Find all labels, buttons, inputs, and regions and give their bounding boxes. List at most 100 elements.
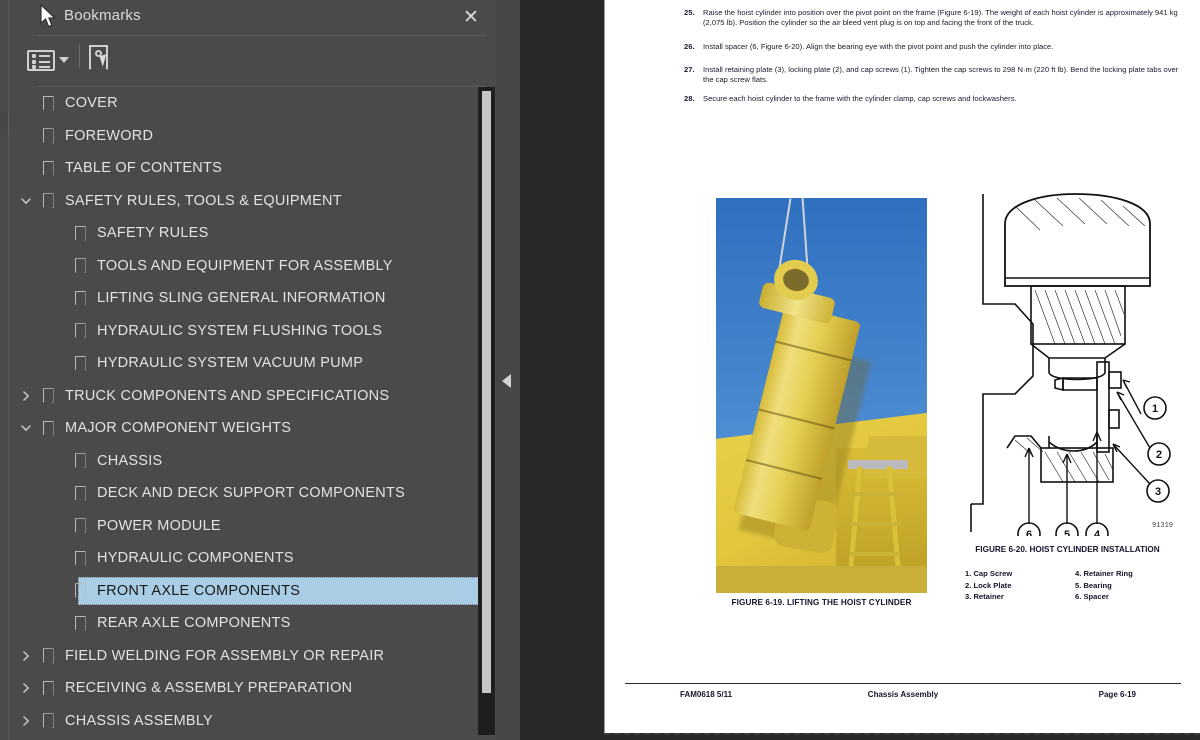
chevron-down-icon[interactable]: [15, 412, 37, 444]
bookmark-label: SAFETY RULES, TOOLS & EQUIPMENT: [65, 192, 342, 209]
photo-ground: [716, 566, 927, 593]
bookmark-label: DECK AND DECK SUPPORT COMPONENTS: [97, 485, 405, 502]
bookmarks-panel-header: Bookmarks ✕: [9, 0, 496, 36]
toolbar-divider: [79, 44, 80, 68]
bookmark-item-chassis[interactable]: CHASSIS: [9, 445, 479, 478]
chevron-down-icon[interactable]: [59, 57, 69, 63]
instruction-step: 26. Install spacer (6, Figure 6-20). Ali…: [684, 42, 1184, 52]
legend-item: 1. Cap Screw: [965, 569, 1013, 578]
footer-page-number: Page 6-19: [1098, 690, 1136, 699]
svg-text:5: 5: [1064, 529, 1070, 536]
bookmark-icon: [69, 347, 91, 379]
bookmark-item-deck-and-deck-support-components[interactable]: DECK AND DECK SUPPORT COMPONENTS: [9, 477, 479, 510]
figure-6-20-legend: 1. Cap Screw 2. Lock Plate 3. Retainer 4…: [965, 568, 1185, 603]
bookmark-icon: [69, 575, 91, 607]
chevron-right-icon[interactable]: [15, 705, 37, 737]
bookmark-item-front-axle-components[interactable]: FRONT AXLE COMPONENTS: [9, 575, 479, 608]
bookmark-icon: [37, 705, 59, 737]
bookmark-item-foreword[interactable]: FOREWORD: [9, 120, 479, 153]
bookmark-icon: [37, 672, 59, 704]
bookmark-item-receiving-assembly-preparation[interactable]: RECEIVING & ASSEMBLY PREPARATION: [9, 672, 479, 705]
bookmark-label: CHASSIS: [97, 452, 163, 469]
bookmark-label: HYDRAULIC SYSTEM VACUUM PUMP: [97, 355, 364, 372]
bookmark-label: FRONT AXLE COMPONENTS: [97, 582, 301, 599]
svg-text:6: 6: [1026, 529, 1032, 536]
bookmark-label: TOOLS AND EQUIPMENT FOR ASSEMBLY: [97, 257, 393, 274]
chevron-right-icon[interactable]: [15, 672, 37, 704]
bookmark-label: POWER MODULE: [97, 517, 221, 534]
bookmark-icon: [69, 607, 91, 639]
instruction-step: 28. Secure each hoist cylinder to the fr…: [684, 94, 1184, 104]
collapse-left-arrow-icon[interactable]: [502, 374, 511, 388]
step-number: 28.: [684, 94, 695, 104]
drawing-code: 91319: [1152, 522, 1173, 530]
legend-item: 3. Retainer: [965, 592, 1004, 601]
bookmark-item-truck-components-and-specifications[interactable]: TRUCK COMPONENTS AND SPECIFICATIONS: [9, 380, 479, 413]
bookmark-item-safety-rules-tools-equipment[interactable]: SAFETY RULES, TOOLS & EQUIPMENT: [9, 185, 479, 218]
instruction-step: 27. Install retaining plate (3), locking…: [684, 65, 1184, 86]
bookmark-icon: [69, 250, 91, 282]
bookmark-label: SAFETY RULES: [97, 225, 209, 242]
close-icon[interactable]: ✕: [459, 6, 483, 30]
scrollbar-thumb[interactable]: [482, 91, 491, 693]
bookmark-item-table-of-contents[interactable]: TABLE OF CONTENTS: [9, 152, 479, 185]
bookmark-label: CHASSIS ASSEMBLY: [65, 712, 213, 729]
bookmark-item-rear-axle-components[interactable]: REAR AXLE COMPONENTS: [9, 607, 479, 640]
document-viewer: 25. Raise the hoist cylinder into positi…: [520, 0, 1200, 740]
step-text: Raise the hoist cylinder into position o…: [703, 8, 1178, 28]
bookmark-label: COVER: [65, 95, 118, 112]
list-options-icon[interactable]: [25, 46, 73, 74]
bookmark-item-cover[interactable]: COVER: [9, 87, 479, 120]
bookmark-item-chassis-assembly[interactable]: CHASSIS ASSEMBLY: [9, 705, 479, 738]
bookmark-item-hydraulic-components[interactable]: HYDRAULIC COMPONENTS: [9, 542, 479, 575]
step-text: Install spacer (6, Figure 6-20). Align t…: [703, 41, 1054, 51]
bookmark-label: FIELD WELDING FOR ASSEMBLY OR REPAIR: [65, 647, 385, 664]
bookmark-icon: [69, 282, 91, 314]
bookmark-label: FOREWORD: [65, 127, 154, 144]
bookmark-scrollbar[interactable]: [478, 87, 495, 735]
bookmark-tree[interactable]: COVER FOREWORD TABLE OF CONTENTS SAFETY RUL…: [9, 87, 479, 740]
bookmark-item-tools-and-equipment-for-assembly[interactable]: TOOLS AND EQUIPMENT FOR ASSEMBLY: [9, 250, 479, 283]
bookmark-icon: [37, 640, 59, 672]
legend-column-left: 1. Cap Screw 2. Lock Plate 3. Retainer: [965, 568, 1075, 603]
list-icon-box: [27, 50, 55, 71]
bookmark-icon: [69, 315, 91, 347]
bookmark-item-hydraulic-system-flushing-tools[interactable]: HYDRAULIC SYSTEM FLUSHING TOOLS: [9, 315, 479, 348]
bookmark-item-field-welding-for-assembly-or-repair[interactable]: FIELD WELDING FOR ASSEMBLY OR REPAIR: [9, 640, 479, 673]
bookmark-label: TRUCK COMPONENTS AND SPECIFICATIONS: [65, 387, 390, 404]
bookmark-label: LIFTING SLING GENERAL INFORMATION: [97, 290, 386, 307]
new-bookmark-icon[interactable]: [87, 44, 115, 74]
panel-splitter[interactable]: [496, 0, 520, 740]
panel-rail-notch[interactable]: [0, 112, 9, 134]
svg-text:4: 4: [1094, 529, 1101, 536]
bookmark-icon: [69, 477, 91, 509]
bookmark-item-safety-rules[interactable]: SAFETY RULES: [9, 217, 479, 250]
figure-6-20-drawing: 1 2 3 4 5 6 91319: [945, 186, 1190, 546]
legend-item: 5. Bearing: [1075, 580, 1112, 590]
footer-section: Chassis Assembly: [867, 690, 939, 699]
chevron-down-icon[interactable]: [15, 185, 37, 217]
bookmark-item-hydraulic-system-vacuum-pump[interactable]: HYDRAULIC SYSTEM VACUUM PUMP: [9, 347, 479, 380]
mouse-cursor: [40, 4, 56, 28]
bookmarks-toolbar: [9, 36, 496, 86]
page-footer: FAM0618 5/11 Chassis Assembly Page 6-19: [625, 690, 1181, 706]
chevron-right-icon[interactable]: [15, 640, 37, 672]
svg-text:1: 1: [1152, 403, 1158, 415]
bookmark-item-power-module[interactable]: POWER MODULE: [9, 510, 479, 543]
bookmark-icon: [37, 412, 59, 444]
footer-rule: [625, 683, 1181, 684]
chevron-right-icon[interactable]: [15, 380, 37, 412]
bookmark-item-lifting-sling-general-information[interactable]: LIFTING SLING GENERAL INFORMATION: [9, 282, 479, 315]
figure-6-19-caption: FIGURE 6-19. LIFTING THE HOIST CYLINDER: [731, 598, 912, 607]
instruction-step: 25. Raise the hoist cylinder into positi…: [684, 8, 1184, 29]
bookmark-item-major-component-weights[interactable]: MAJOR COMPONENT WEIGHTS: [9, 412, 479, 445]
legend-column-right: 4. Retainer Ring 5. Bearing 6. Spacer: [1075, 568, 1185, 603]
bookmark-label: TABLE OF CONTENTS: [65, 160, 223, 177]
